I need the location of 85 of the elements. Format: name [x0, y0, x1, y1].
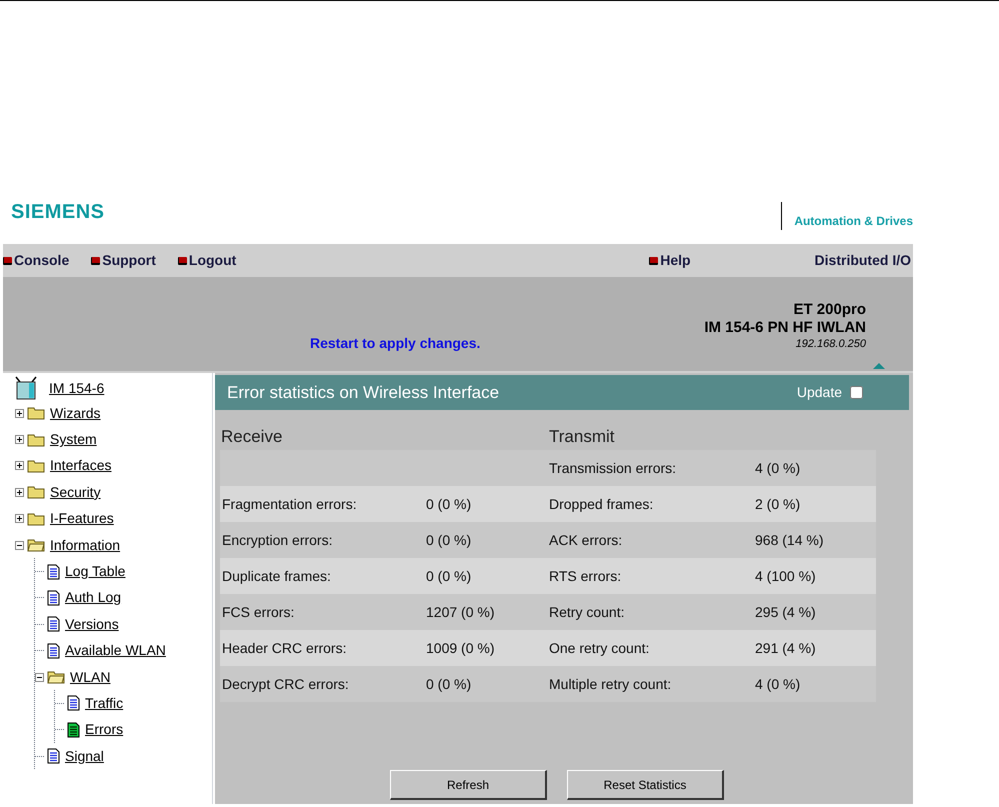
expand-icon[interactable]	[15, 408, 24, 418]
bullet-icon	[178, 256, 187, 264]
tree-link[interactable]: Signal	[65, 746, 104, 767]
stat-value: 295 (4 %)	[755, 602, 816, 622]
stat-label: RTS errors:	[549, 568, 622, 584]
collapse-icon[interactable]	[15, 540, 24, 550]
module-name: IM 154-6 PN HF IWLAN	[704, 319, 866, 337]
stat-label: Duplicate frames:	[222, 568, 331, 584]
stat-value: 968 (14 %)	[755, 530, 824, 550]
stat-value: 0 (0 %)	[426, 532, 472, 548]
transmit-heading: Transmit	[549, 426, 614, 448]
stat-label: Fragmentation errors:	[222, 496, 357, 512]
stat-label: Header CRC errors:	[222, 640, 346, 656]
tree-link[interactable]: Information	[50, 534, 120, 556]
panel-title: Error statistics on Wireless Interface	[227, 382, 500, 404]
tree-link[interactable]: Interfaces	[50, 455, 112, 476]
folder-icon	[27, 512, 45, 526]
folder-icon	[27, 406, 45, 420]
document-icon	[67, 722, 80, 738]
update-label: Update	[796, 383, 842, 402]
tree-link[interactable]: Available WLAN	[65, 640, 166, 662]
tree-link[interactable]: Auth Log	[65, 587, 122, 608]
stat-value: 291 (4 %)	[755, 638, 816, 658]
stat-value: 0 (0 %)	[426, 496, 472, 512]
action-button[interactable]: Reset Statistics	[567, 770, 724, 800]
restart-message: Restart to apply changes.	[310, 334, 480, 353]
tree-link[interactable]: Log Table	[65, 561, 126, 582]
stat-value: 4 (100 %)	[755, 566, 816, 586]
expand-icon[interactable]	[15, 488, 24, 497]
bullet-icon	[91, 256, 100, 264]
stat-value: 0 (0 %)	[426, 568, 472, 584]
product-family-label: Distributed I/O	[814, 251, 911, 270]
tree-link[interactable]: I-Features	[50, 508, 114, 530]
document-icon	[67, 695, 80, 712]
tree-link[interactable]: Versions	[65, 614, 119, 635]
document-icon	[47, 642, 60, 659]
product-name: ET 200pro	[793, 301, 866, 319]
tree-link[interactable]: WLAN	[70, 666, 110, 688]
collapse-icon[interactable]	[35, 672, 44, 682]
document-icon	[47, 564, 60, 580]
tree-link[interactable]: Security	[50, 482, 101, 503]
tree-link[interactable]: Wizards	[50, 402, 101, 424]
nav-link[interactable]: Logout	[178, 250, 236, 271]
stat-value: 1009 (0 %)	[426, 640, 494, 656]
document-icon	[47, 616, 60, 632]
device-icon	[13, 376, 39, 400]
division-label: Automation & Drives	[794, 213, 913, 230]
open-folder-icon	[47, 670, 65, 684]
tree-link[interactable]: Traffic	[85, 692, 124, 714]
expand-icon[interactable]	[15, 461, 24, 470]
stat-label: Retry count:	[549, 604, 624, 620]
stat-value: 4 (0 %)	[755, 458, 800, 478]
ip-address: 192.168.0.250	[796, 337, 866, 351]
nav-link[interactable]: Console	[3, 250, 70, 271]
stat-label: Decrypt CRC errors:	[222, 676, 349, 692]
tree-link[interactable]: Errors	[85, 719, 124, 740]
stat-label: Encryption errors:	[222, 532, 332, 548]
stat-value: 2 (0 %)	[755, 494, 800, 514]
stat-label: Multiple retry count:	[549, 676, 672, 692]
document-icon	[47, 590, 60, 606]
document-icon	[47, 748, 60, 764]
expand-icon[interactable]	[15, 435, 24, 444]
tree-link[interactable]: System	[50, 429, 97, 450]
nav-link[interactable]: Support	[91, 250, 156, 271]
receive-heading: Receive	[221, 426, 284, 448]
stat-label: Dropped frames:	[549, 496, 654, 512]
expand-icon[interactable]	[15, 514, 24, 524]
stat-value: 1207 (0 %)	[426, 604, 494, 620]
folder-icon	[27, 485, 45, 500]
stat-value: 4 (0 %)	[755, 674, 800, 694]
bullet-icon	[3, 256, 12, 264]
tree-root-link[interactable]: IM 154-6	[49, 378, 104, 398]
stat-label: One retry count:	[549, 640, 650, 656]
logo: SIEMENS	[11, 200, 105, 225]
open-folder-icon	[27, 538, 45, 552]
update-checkbox[interactable]	[850, 386, 863, 399]
folder-icon	[27, 432, 45, 447]
action-button[interactable]: Refresh	[390, 770, 547, 800]
stat-label: FCS errors:	[222, 604, 294, 620]
stat-label: ACK errors:	[549, 532, 622, 548]
stat-label: Transmission errors:	[549, 460, 676, 476]
bullet-icon	[649, 256, 658, 264]
stat-value: 0 (0 %)	[426, 676, 472, 692]
folder-icon	[27, 458, 45, 473]
help-link[interactable]: Help	[649, 250, 691, 271]
